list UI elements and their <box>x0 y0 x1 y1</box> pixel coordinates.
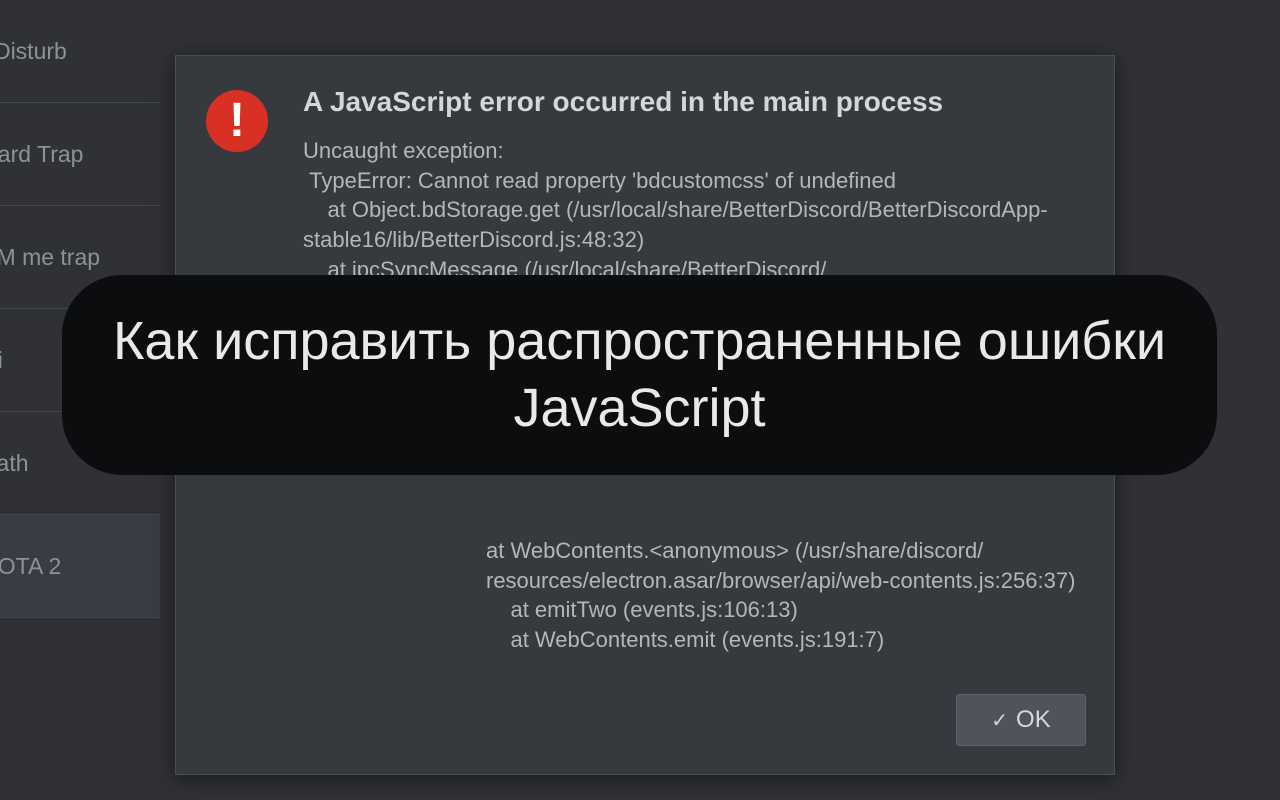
overlay-banner: Как исправить распространенные ошибки Ja… <box>62 275 1217 475</box>
sidebar-item-label: g wi <box>0 347 3 374</box>
sidebar-item-label: g Hard Trap <box>0 141 83 168</box>
overlay-text: Как исправить распространенные ошибки Ja… <box>92 308 1187 443</box>
sidebar-item-disturb[interactable]: g t Disturb <box>0 0 160 103</box>
exclamation-icon: ! <box>229 97 245 145</box>
sidebar-item-label: g DOTA 2 <box>0 553 61 580</box>
check-icon: ✓ <box>991 708 1008 733</box>
sidebar-item-label: g PM me trap <box>0 244 100 271</box>
dialog-header: ! A JavaScript error occurred in the mai… <box>176 56 1114 284</box>
sidebar-item-label: g t Disturb <box>0 38 67 65</box>
error-message-upper: Uncaught exception: TypeError: Cannot re… <box>303 136 1084 284</box>
dialog-content: A JavaScript error occurred in the main … <box>303 86 1084 284</box>
error-icon: ! <box>206 90 268 152</box>
sidebar-item-hard-trap[interactable]: g Hard Trap <box>0 103 160 206</box>
sidebar-item-label: g Path <box>0 450 29 477</box>
ok-button-label: OK <box>1016 706 1051 734</box>
ok-button[interactable]: ✓ OK <box>956 694 1086 746</box>
error-message-lower: at WebContents.<anonymous> (/usr/share/d… <box>486 536 1075 655</box>
dialog-title: A JavaScript error occurred in the main … <box>303 86 1084 118</box>
sidebar-item-dota2[interactable]: g DOTA 2 <box>0 515 160 618</box>
